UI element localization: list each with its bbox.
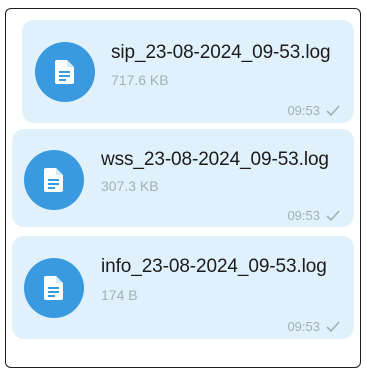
message-time: 09:53 bbox=[287, 103, 320, 118]
file-message[interactable]: sip_23-08-2024_09-53.log 717.6 KB 09:53 bbox=[22, 20, 354, 123]
file-name[interactable]: info_23-08-2024_09-53.log bbox=[101, 256, 327, 278]
check-icon bbox=[326, 321, 340, 332]
document-glyph bbox=[55, 60, 74, 84]
message-meta: 09:53 bbox=[287, 208, 340, 223]
file-size: 174 B bbox=[101, 287, 138, 303]
file-message[interactable]: wss_23-08-2024_09-53.log 307.3 KB 09:53 bbox=[12, 129, 354, 227]
check-icon bbox=[326, 105, 340, 116]
document-icon[interactable] bbox=[35, 42, 95, 102]
file-message[interactable]: info_23-08-2024_09-53.log 174 B 09:53 bbox=[12, 236, 354, 339]
document-glyph bbox=[44, 276, 63, 300]
file-name[interactable]: sip_23-08-2024_09-53.log bbox=[111, 42, 331, 64]
message-time: 09:53 bbox=[287, 208, 320, 223]
file-name[interactable]: wss_23-08-2024_09-53.log bbox=[101, 149, 329, 171]
message-list: sip_23-08-2024_09-53.log 717.6 KB 09:53 bbox=[6, 9, 360, 367]
file-size: 307.3 KB bbox=[101, 178, 159, 194]
message-meta: 09:53 bbox=[287, 319, 340, 334]
document-icon[interactable] bbox=[24, 258, 84, 318]
document-icon[interactable] bbox=[24, 150, 84, 210]
check-icon bbox=[326, 210, 340, 221]
chat-window: sip_23-08-2024_09-53.log 717.6 KB 09:53 bbox=[5, 8, 361, 368]
message-time: 09:53 bbox=[287, 319, 320, 334]
file-size: 717.6 KB bbox=[111, 72, 169, 88]
message-meta: 09:53 bbox=[287, 103, 340, 118]
document-glyph bbox=[44, 168, 63, 192]
